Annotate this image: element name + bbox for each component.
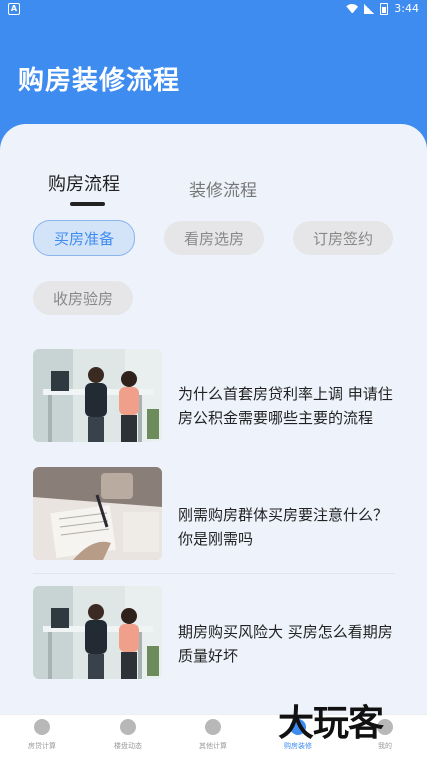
page-title: 购房装修流程 <box>18 66 181 96</box>
tab-active-indicator <box>70 202 105 206</box>
article-item[interactable]: 刚需购房群体买房要注意什么？你是刚需吗 <box>33 467 396 567</box>
article-item[interactable]: 为什么首套房贷利率上调 申请住房公积金需要哪些主要的流程 <box>33 349 396 449</box>
article-thumbnail <box>33 349 162 442</box>
chip-inspect-house[interactable]: 收房验房 <box>33 281 133 315</box>
divider <box>33 573 395 574</box>
status-right: 3:44 <box>346 2 419 15</box>
upload-icon <box>120 719 136 735</box>
nav-label: 楼盘动态 <box>114 742 142 750</box>
notification-icon: A <box>8 3 20 15</box>
article-title: 期房购买风险大 买房怎么看期房质量好坏 <box>178 623 393 665</box>
home-icon <box>34 719 50 735</box>
status-bar: A 3:44 <box>0 0 427 18</box>
nav-item-property-news[interactable]: 楼盘动态 <box>98 719 158 759</box>
tab-renovation-process[interactable]: 装修流程 <box>189 176 257 201</box>
nav-label: 房贷计算 <box>28 742 56 750</box>
signal-icon <box>364 3 375 14</box>
nav-item-loan-calc[interactable]: 房贷计算 <box>12 719 72 759</box>
layers-icon <box>205 719 221 735</box>
chip-prepare[interactable]: 买房准备 <box>33 220 135 256</box>
article-item[interactable]: 期房购买风险大 买房怎么看期房质量好坏 <box>33 586 396 686</box>
article-thumbnail <box>33 467 162 560</box>
article-thumbnail <box>33 586 162 679</box>
tab-purchase-process[interactable]: 购房流程 <box>48 170 120 196</box>
chip-sign-contract[interactable]: 订房签约 <box>293 221 393 255</box>
watermark: 大玩客 <box>278 703 384 744</box>
battery-icon <box>380 2 389 15</box>
status-time: 3:44 <box>394 2 419 15</box>
wifi-icon <box>346 4 358 13</box>
nav-item-other-calc[interactable]: 其他计算 <box>183 719 243 759</box>
article-title: 为什么首套房贷利率上调 申请住房公积金需要哪些主要的流程 <box>178 385 393 427</box>
article-title: 刚需购房群体买房要注意什么？你是刚需吗 <box>178 506 389 548</box>
chip-view-house[interactable]: 看房选房 <box>164 221 264 255</box>
nav-label: 其他计算 <box>199 742 227 750</box>
